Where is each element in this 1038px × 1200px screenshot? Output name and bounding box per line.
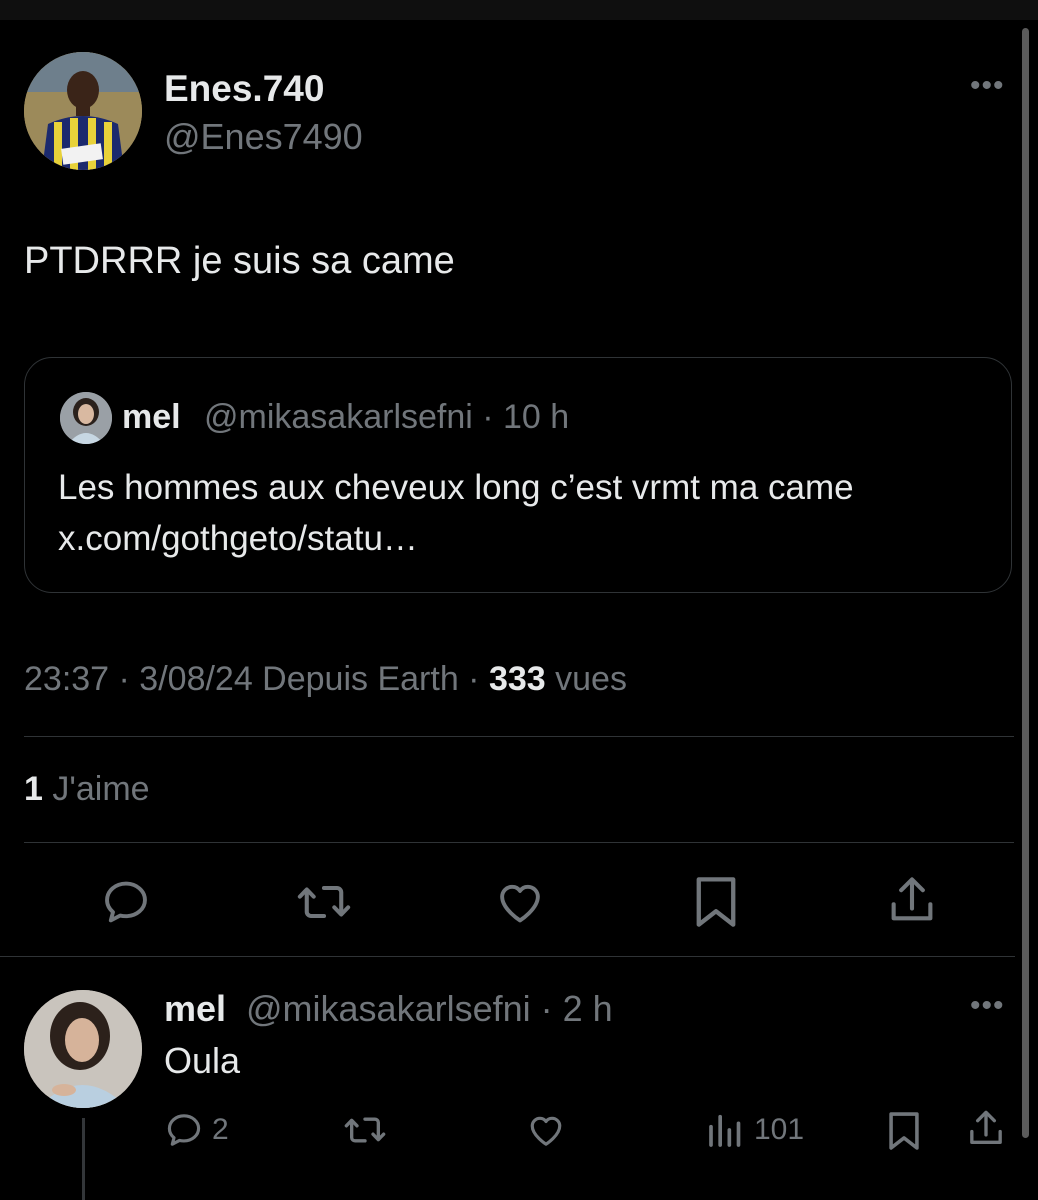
quoted-tweet-link[interactable]: x.com/gothgeto/statu… <box>58 513 998 564</box>
footballer-avatar-icon <box>24 52 142 170</box>
likes-count: 1 <box>24 770 43 808</box>
quoted-tweet-line-1: Les hommes aux cheveux long c’est vrmt m… <box>58 468 854 507</box>
views-icon <box>709 1114 741 1147</box>
reply-like-button[interactable] <box>526 1110 566 1150</box>
likes-label: J'aime <box>42 770 150 808</box>
tweet-metadata: 23:37 · 3/08/24 Depuis Earth · 333 vues <box>24 660 627 699</box>
like-icon <box>500 884 540 923</box>
quoted-author-meta: @mikasakarlsefni · 10 h <box>204 398 570 436</box>
reply-author-avatar[interactable] <box>24 990 142 1108</box>
reply-author-name[interactable]: mel <box>164 988 226 1030</box>
likes-summary[interactable]: 1 J'aime <box>24 770 150 809</box>
woman-avatar-icon <box>24 990 142 1108</box>
quoted-author-name[interactable]: mel <box>122 398 181 437</box>
reply-views-button[interactable]: 101 <box>706 1110 804 1150</box>
divider <box>24 736 1014 737</box>
tweet-text: PTDRRR je suis sa came <box>24 240 455 282</box>
reply-author-meta: @mikasakarlsefni · 2 h <box>246 988 613 1029</box>
views-label: vues <box>545 660 627 698</box>
share-icon <box>891 877 933 921</box>
bookmark-icon <box>696 877 736 927</box>
bookmark-icon <box>889 1112 919 1150</box>
retweet-icon <box>344 1117 386 1143</box>
more-options-icon[interactable]: ••• <box>970 71 1005 101</box>
reply-icon <box>167 1114 201 1146</box>
reply-count: 2 <box>212 1113 229 1146</box>
thread-line <box>82 1118 85 1200</box>
scrollbar[interactable] <box>1022 28 1029 1138</box>
retweet-icon <box>297 885 351 919</box>
author-avatar[interactable] <box>24 52 142 170</box>
reply-reply-button[interactable]: 2 <box>164 1110 229 1150</box>
share-button[interactable] <box>886 874 938 928</box>
reply-views-count: 101 <box>754 1113 805 1146</box>
author-display-name[interactable]: Enes.740 <box>164 68 324 110</box>
retweet-button[interactable] <box>296 876 352 928</box>
quoted-tweet-text: Les hommes aux cheveux long c’est vrmt m… <box>58 462 998 564</box>
like-icon <box>530 1116 562 1146</box>
reply-text: Oula <box>164 1040 241 1081</box>
quoted-author-avatar[interactable] <box>60 392 112 444</box>
reply-share-button[interactable] <box>966 1108 1006 1150</box>
tweet-timestamp: 23:37 · 3/08/24 Depuis Earth · <box>24 660 489 698</box>
status-bar-strip <box>0 0 1038 20</box>
reply-retweet-button[interactable] <box>342 1110 388 1150</box>
reply-button[interactable] <box>100 876 152 928</box>
divider <box>24 842 1014 843</box>
bookmark-button[interactable] <box>692 874 740 930</box>
views-count: 333 <box>488 660 546 698</box>
divider <box>0 956 1015 957</box>
reply-more-options-icon[interactable]: ••• <box>970 991 1005 1021</box>
like-button[interactable] <box>494 876 546 928</box>
reply-bookmark-button[interactable] <box>886 1110 922 1152</box>
reply-icon <box>105 881 147 923</box>
woman-avatar-icon <box>60 392 112 444</box>
author-handle[interactable]: @Enes7490 <box>164 116 363 158</box>
share-icon <box>970 1110 1002 1145</box>
